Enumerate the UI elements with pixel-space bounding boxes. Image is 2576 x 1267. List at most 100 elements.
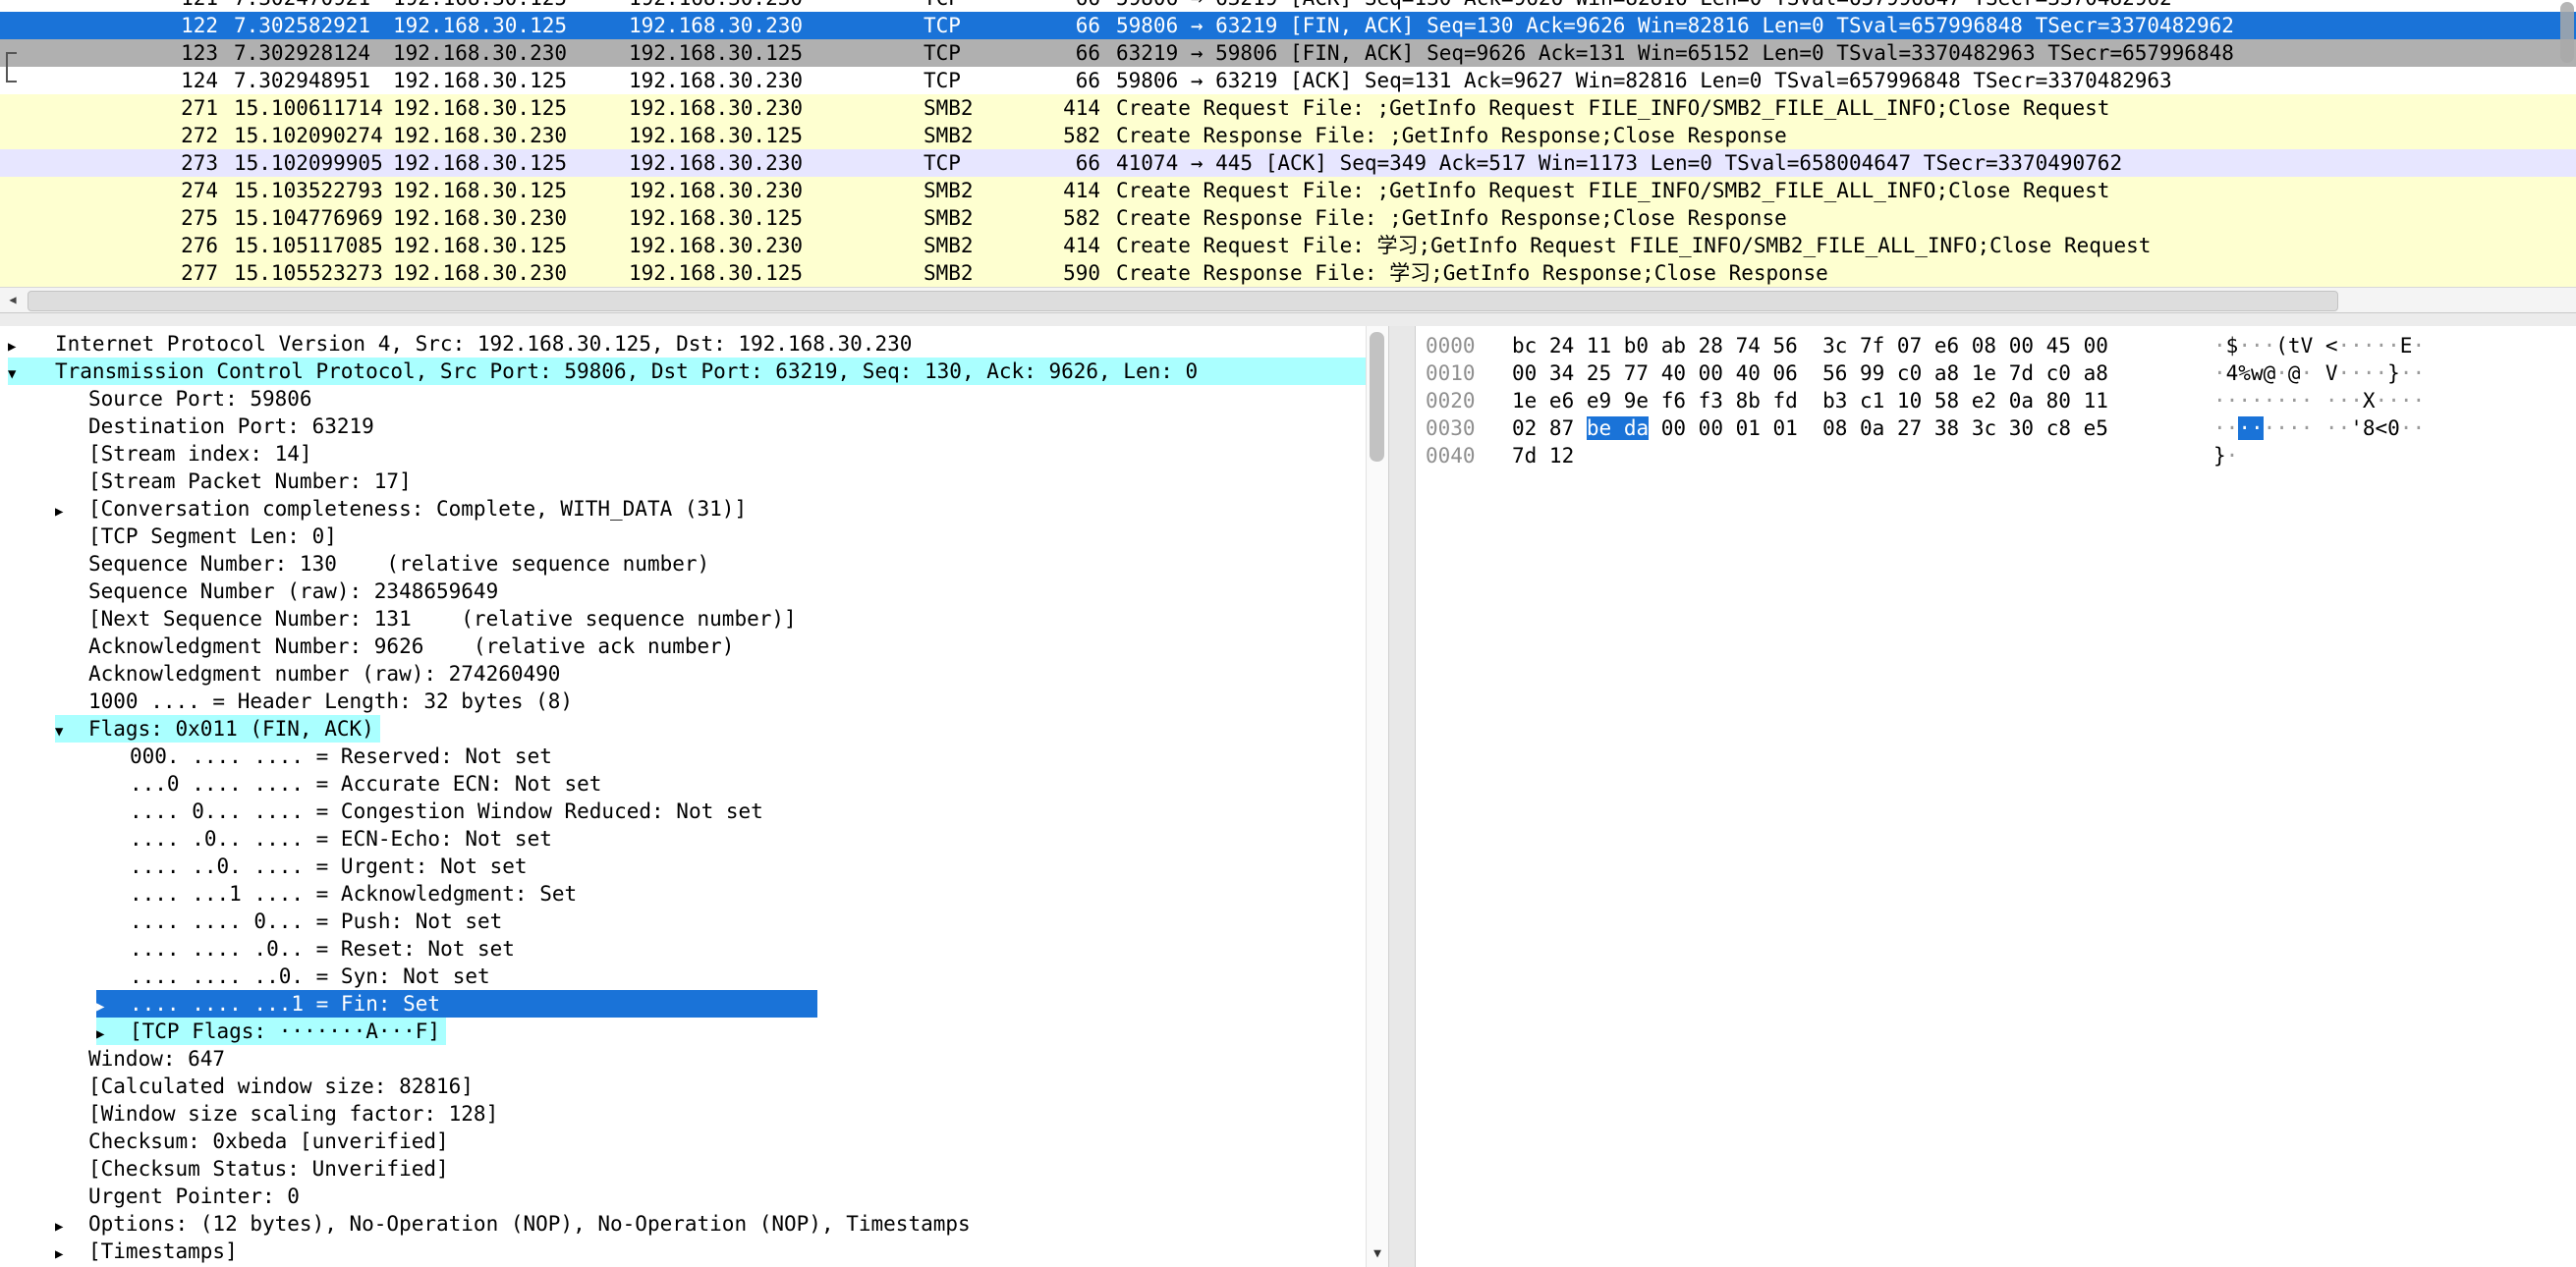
hex-row[interactable]: 003002 87 be da 00 00 01 01 08 0a 27 38 … bbox=[1426, 414, 2576, 442]
packet-row[interactable]: 27615.105117085192.168.30.125192.168.30.… bbox=[0, 232, 2576, 259]
detail-text: .... .... 0... = Push: Not set bbox=[130, 909, 502, 933]
detail-line-content: .... .... ..0. = Syn: Not set bbox=[96, 963, 490, 990]
detail-line[interactable]: ▶Internet Protocol Version 4, Src: 192.1… bbox=[0, 330, 1366, 358]
detail-line[interactable]: Window: 647 bbox=[0, 1045, 1366, 1073]
expand-icon[interactable]: ▶ bbox=[55, 1213, 88, 1240]
packet-list-hscrollbar[interactable]: ◀ bbox=[0, 287, 2576, 313]
detail-line[interactable]: [Calculated window size: 82816] bbox=[0, 1073, 1366, 1100]
hex-ascii: ·4%w@·@· V····}·· bbox=[2213, 361, 2425, 385]
packet-row[interactable]: 27215.102090274192.168.30.230192.168.30.… bbox=[0, 122, 2576, 149]
detail-line[interactable]: .... 0... .... = Congestion Window Reduc… bbox=[0, 798, 1366, 825]
detail-line[interactable]: [TCP Segment Len: 0] bbox=[0, 523, 1366, 550]
detail-line[interactable]: ▶[TCP Flags: ·······A···F] bbox=[0, 1018, 1366, 1045]
hex-bytes: 7d 12 bbox=[1512, 442, 2123, 469]
packet-row[interactable]: 27715.105523273192.168.30.230192.168.30.… bbox=[0, 259, 2576, 287]
col-time: 15.104776969 bbox=[234, 204, 383, 232]
detail-line[interactable]: Urgent Pointer: 0 bbox=[0, 1183, 1366, 1210]
detail-line[interactable]: [Next Sequence Number: 131 (relative seq… bbox=[0, 605, 1366, 633]
packet-row[interactable]: 27115.100611714192.168.30.125192.168.30.… bbox=[0, 94, 2576, 122]
hex-row[interactable]: 0020 1e e6 e9 9e f6 f3 8b fd b3 c1 10 58 … bbox=[1426, 387, 2576, 414]
details-vscrollbar[interactable]: ▼ bbox=[1366, 326, 1388, 1267]
detail-line[interactable]: ▼Flags: 0x011 (FIN, ACK) bbox=[0, 715, 1366, 743]
packet-list-vscroll-thumb[interactable] bbox=[2560, 2, 2574, 63]
hex-row[interactable]: 00407d 12}· bbox=[1426, 442, 2576, 469]
detail-line[interactable]: .... .0.. .... = ECN-Echo: Not set bbox=[0, 825, 1366, 853]
col-len: 66 bbox=[1012, 67, 1100, 94]
detail-line[interactable]: 1000 .... = Header Length: 32 bytes (8) bbox=[0, 688, 1366, 715]
detail-line[interactable]: .... ...1 .... = Acknowledgment: Set bbox=[0, 880, 1366, 908]
collapse-icon[interactable]: ▼ bbox=[8, 360, 55, 388]
col-src: 192.168.30.230 bbox=[393, 39, 567, 67]
col-info: 59806 → 63219 [ACK] Seq=131 Ack=9627 Win… bbox=[1116, 67, 2172, 94]
detail-line[interactable]: 000. .... .... = Reserved: Not set bbox=[0, 743, 1366, 770]
detail-line[interactable]: Sequence Number (raw): 2348659649 bbox=[0, 578, 1366, 605]
details-vscroll-thumb[interactable] bbox=[1370, 332, 1384, 462]
scroll-down-button[interactable]: ▼ bbox=[1367, 1241, 1388, 1267]
detail-line-content: 1000 .... = Header Length: 32 bytes (8) bbox=[55, 688, 573, 715]
expand-icon[interactable]: ▶ bbox=[8, 333, 55, 360]
col-dst: 192.168.30.230 bbox=[629, 67, 803, 94]
detail-line[interactable]: Destination Port: 63219 bbox=[0, 413, 1366, 440]
expand-icon[interactable]: ▶ bbox=[55, 1240, 88, 1267]
details-hex-splitter[interactable] bbox=[1388, 326, 1416, 1267]
col-len: 582 bbox=[1012, 204, 1100, 232]
related-packet-bracket bbox=[6, 67, 17, 83]
detail-line[interactable]: .... .... 0... = Push: Not set bbox=[0, 908, 1366, 935]
hex-row[interactable]: 001000 34 25 77 40 00 40 06 56 99 c0 a8 … bbox=[1426, 359, 2576, 387]
detail-text: [Conversation completeness: Complete, WI… bbox=[88, 497, 747, 521]
col-no: 273 bbox=[145, 149, 218, 177]
down-arrow-icon: ▼ bbox=[1373, 1246, 1381, 1261]
detail-line[interactable]: [Stream index: 14] bbox=[0, 440, 1366, 468]
packet-row[interactable]: 1227.302582921192.168.30.125192.168.30.2… bbox=[0, 12, 2576, 39]
hex-ascii: ·$···(tV <·····E· bbox=[2213, 334, 2425, 358]
hscroll-track[interactable] bbox=[26, 288, 2576, 313]
col-proto: SMB2 bbox=[924, 204, 974, 232]
col-proto: SMB2 bbox=[924, 94, 974, 122]
col-time: 15.105523273 bbox=[234, 259, 383, 287]
detail-line[interactable]: Sequence Number: 130 (relative sequence … bbox=[0, 550, 1366, 578]
expand-icon[interactable]: ▶ bbox=[55, 498, 88, 525]
detail-line[interactable]: ▶.... .... ...1 = Fin: Set bbox=[0, 990, 1366, 1018]
col-src: 192.168.30.125 bbox=[393, 94, 567, 122]
detail-text: .... .... .0.. = Reset: Not set bbox=[130, 937, 515, 961]
detail-line[interactable]: Acknowledgment number (raw): 274260490 bbox=[0, 660, 1366, 688]
packet-row[interactable]: 1237.302928124192.168.30.230192.168.30.1… bbox=[0, 39, 2576, 67]
detail-line[interactable]: ...0 .... .... = Accurate ECN: Not set bbox=[0, 770, 1366, 798]
packet-row[interactable]: 27415.103522793192.168.30.125192.168.30.… bbox=[0, 177, 2576, 204]
col-time: 7.302470921 bbox=[234, 0, 370, 12]
col-src: 192.168.30.125 bbox=[393, 0, 567, 12]
detail-line[interactable]: [Window size scaling factor: 128] bbox=[0, 1100, 1366, 1128]
col-src: 192.168.30.230 bbox=[393, 122, 567, 149]
detail-line[interactable]: ▼Transmission Control Protocol, Src Port… bbox=[0, 358, 1366, 385]
col-info: Create Request File: 学习;GetInfo Request … bbox=[1116, 232, 2151, 259]
detail-line[interactable]: .... .... .0.. = Reset: Not set bbox=[0, 935, 1366, 963]
detail-line[interactable]: Checksum: 0xbeda [unverified] bbox=[0, 1128, 1366, 1155]
detail-line-content: ▶[Conversation completeness: Complete, W… bbox=[55, 495, 747, 523]
detail-line[interactable]: .... .... ..0. = Syn: Not set bbox=[0, 963, 1366, 990]
detail-line[interactable]: [Stream Packet Number: 17] bbox=[0, 468, 1366, 495]
hscroll-thumb[interactable] bbox=[28, 291, 2338, 311]
expand-icon[interactable]: ▶ bbox=[96, 993, 130, 1020]
hex-offset: 0030 bbox=[1426, 414, 1477, 442]
packet-row[interactable]: 27515.104776969192.168.30.230192.168.30.… bbox=[0, 204, 2576, 232]
hex-offset: 0020 bbox=[1426, 387, 1477, 414]
detail-line[interactable]: ▶[Conversation completeness: Complete, W… bbox=[0, 495, 1366, 523]
collapse-icon[interactable]: ▼ bbox=[55, 718, 88, 745]
hex-bytes: 1e e6 e9 9e f6 f3 8b fd b3 c1 10 58 e2 0… bbox=[1512, 387, 2123, 414]
packet-row[interactable]: 1217.302470921192.168.30.125192.168.30.2… bbox=[0, 0, 2576, 12]
detail-text: [TCP Segment Len: 0] bbox=[88, 524, 337, 548]
detail-line[interactable]: ▶[Timestamps] bbox=[0, 1238, 1366, 1265]
detail-line[interactable]: .... ..0. .... = Urgent: Not set bbox=[0, 853, 1366, 880]
detail-line[interactable]: ▶Options: (12 bytes), No-Operation (NOP)… bbox=[0, 1210, 1366, 1238]
col-len: 66 bbox=[1012, 39, 1100, 67]
detail-line[interactable]: Acknowledgment Number: 9626 (relative ac… bbox=[0, 633, 1366, 660]
detail-line[interactable]: Source Port: 59806 bbox=[0, 385, 1366, 413]
scroll-left-button[interactable]: ◀ bbox=[0, 288, 26, 313]
expand-icon[interactable]: ▶ bbox=[96, 1020, 130, 1048]
detail-text: [Calculated window size: 82816] bbox=[88, 1074, 474, 1098]
packet-row[interactable]: 1247.302948951192.168.30.125192.168.30.2… bbox=[0, 67, 2576, 94]
packet-row[interactable]: 27315.102099905192.168.30.125192.168.30.… bbox=[0, 149, 2576, 177]
detail-line[interactable]: [Checksum Status: Unverified] bbox=[0, 1155, 1366, 1183]
col-src: 192.168.30.125 bbox=[393, 232, 567, 259]
hex-row[interactable]: 0000bc 24 11 b0 ab 28 74 56 3c 7f 07 e6 … bbox=[1426, 332, 2576, 359]
